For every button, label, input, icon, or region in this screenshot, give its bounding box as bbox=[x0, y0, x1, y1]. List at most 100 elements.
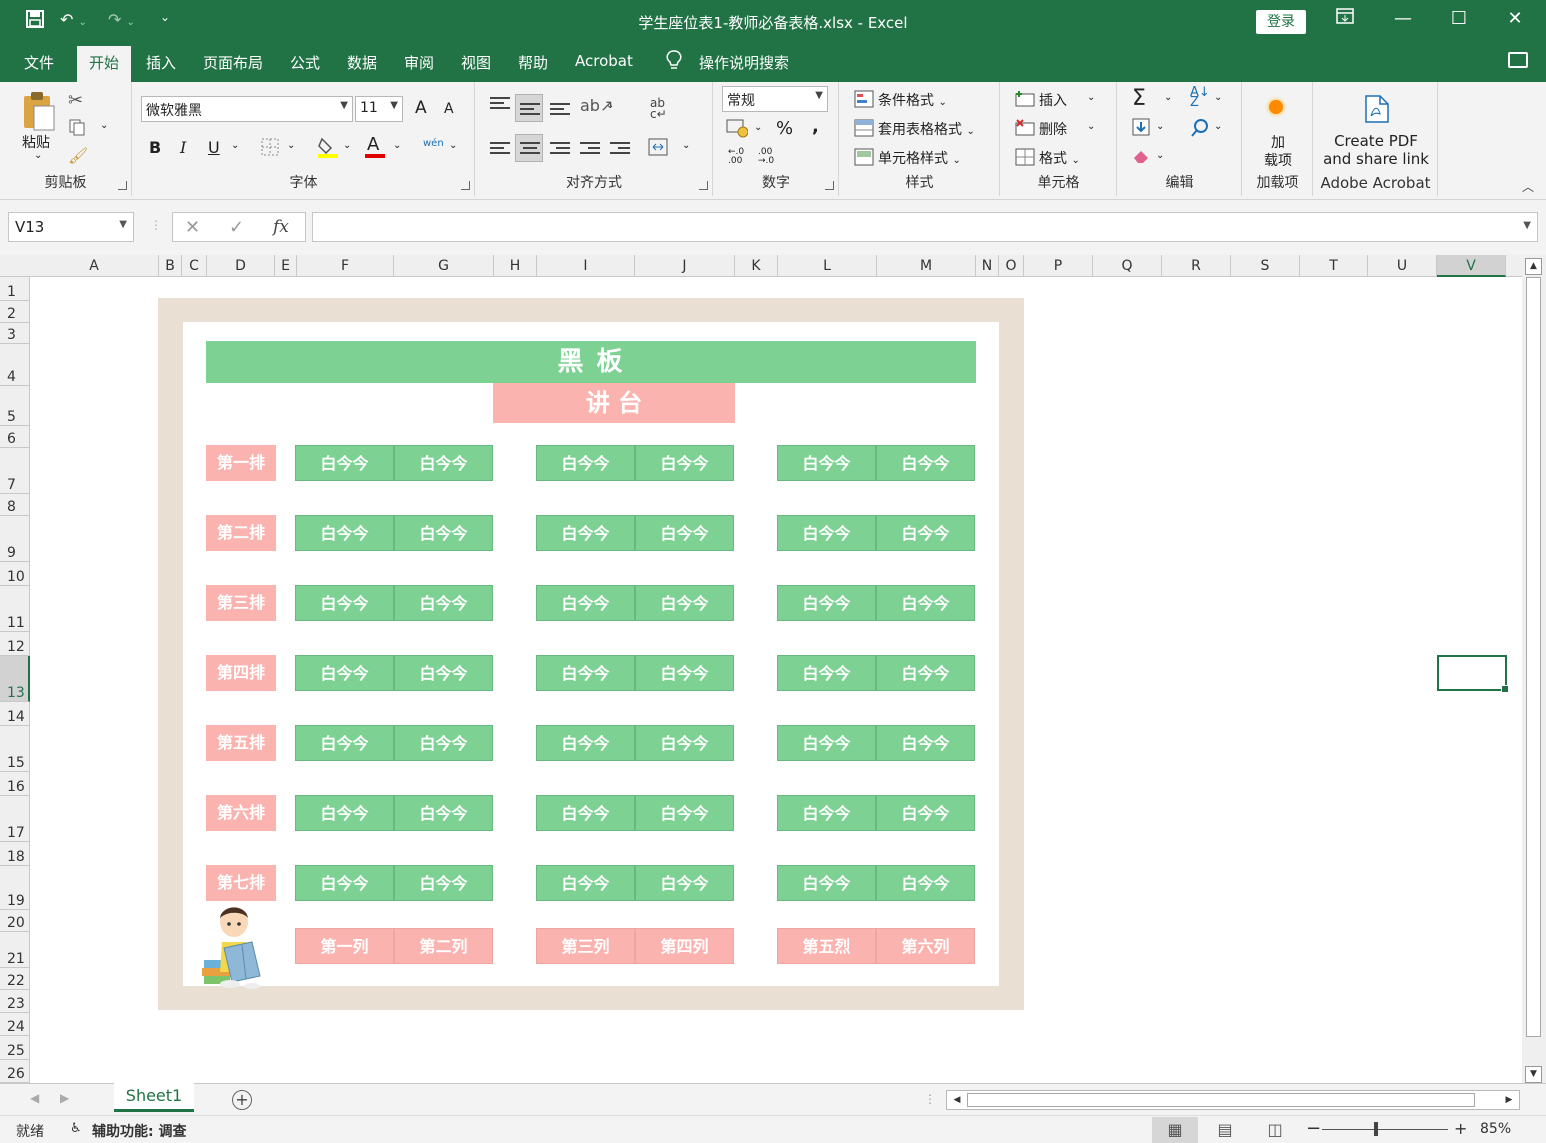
decrease-decimal-icon[interactable]: .00 →.0 bbox=[758, 148, 774, 166]
normal-view-icon[interactable]: ▦ bbox=[1152, 1117, 1198, 1143]
student-reading-illustration[interactable] bbox=[200, 902, 272, 990]
formula-bar-grip-icon[interactable]: ⋮ bbox=[150, 218, 162, 232]
font-launcher-icon[interactable] bbox=[461, 181, 470, 190]
zoom-in-button[interactable]: + bbox=[1454, 1119, 1467, 1138]
column-header-f[interactable]: F bbox=[297, 255, 394, 277]
row-label[interactable]: 第六排 bbox=[206, 795, 276, 831]
tab-acrobat[interactable]: Acrobat bbox=[575, 52, 633, 70]
seat-cell[interactable]: 白今今 bbox=[394, 655, 493, 691]
seat-cell[interactable]: 白今今 bbox=[777, 865, 876, 901]
seat-cell[interactable]: 白今今 bbox=[876, 795, 975, 831]
fill-dropdown-icon[interactable]: ⌄ bbox=[1156, 121, 1164, 132]
accounting-dropdown-icon[interactable]: ⌄ bbox=[754, 122, 762, 133]
seat-cell[interactable]: 白今今 bbox=[295, 445, 394, 481]
enter-icon[interactable]: ✓ bbox=[229, 217, 244, 238]
next-sheet-icon[interactable]: ▶ bbox=[60, 1091, 69, 1105]
seat-cell[interactable]: 白今今 bbox=[635, 655, 734, 691]
phonetic-dropdown-icon[interactable]: ⌄ bbox=[449, 140, 457, 151]
fill-color-icon[interactable] bbox=[317, 136, 339, 162]
row-header-5[interactable]: 5 bbox=[0, 386, 30, 426]
column-label[interactable]: 第五烈 bbox=[777, 928, 876, 964]
column-header-k[interactable]: K bbox=[735, 255, 778, 277]
seat-cell[interactable]: 白今今 bbox=[777, 445, 876, 481]
row-header-8[interactable]: 8 bbox=[0, 494, 30, 516]
seat-cell[interactable]: 白今今 bbox=[536, 795, 635, 831]
column-label[interactable]: 第一列 bbox=[295, 928, 394, 964]
close-icon[interactable]: ✕ bbox=[1500, 8, 1530, 29]
column-label[interactable]: 第四列 bbox=[635, 928, 734, 964]
seat-cell[interactable]: 白今今 bbox=[295, 795, 394, 831]
row-header-10[interactable]: 10 bbox=[0, 562, 30, 586]
tab-page-layout[interactable]: 页面布局 bbox=[203, 52, 263, 73]
seat-cell[interactable]: 白今今 bbox=[394, 445, 493, 481]
selected-cell[interactable] bbox=[1437, 655, 1509, 693]
addins-button-line1[interactable]: 加 bbox=[1243, 132, 1313, 152]
seat-cell[interactable]: 白今今 bbox=[635, 585, 734, 621]
borders-icon[interactable] bbox=[261, 138, 279, 160]
scroll-down-icon[interactable]: ▼ bbox=[1525, 1066, 1542, 1083]
format-painter-icon[interactable]: 🖌 bbox=[68, 146, 88, 165]
column-header-m[interactable]: M bbox=[877, 255, 976, 277]
seat-cell[interactable]: 白今今 bbox=[777, 585, 876, 621]
prev-sheet-icon[interactable]: ◀ bbox=[30, 1091, 39, 1105]
row-label[interactable]: 第三排 bbox=[206, 585, 276, 621]
column-label[interactable]: 第六列 bbox=[876, 928, 975, 964]
scroll-right-icon[interactable]: ▶ bbox=[1501, 1092, 1517, 1108]
clipboard-launcher-icon[interactable] bbox=[118, 181, 127, 190]
addins-icon[interactable] bbox=[1269, 100, 1283, 114]
row-label[interactable]: 第五排 bbox=[206, 725, 276, 761]
column-header-o[interactable]: O bbox=[999, 255, 1024, 277]
underline-dropdown-icon[interactable]: ⌄ bbox=[231, 140, 239, 151]
font-name-dropdown[interactable]: 微软雅黑 ▼ bbox=[141, 96, 353, 122]
font-color-dropdown-icon[interactable]: ⌄ bbox=[393, 140, 401, 151]
row-header-25[interactable]: 25 bbox=[0, 1036, 30, 1060]
seat-cell[interactable]: 白今今 bbox=[394, 725, 493, 761]
comments-icon[interactable] bbox=[1508, 52, 1528, 68]
borders-dropdown-icon[interactable]: ⌄ bbox=[287, 140, 295, 151]
row-label[interactable]: 第七排 bbox=[206, 865, 276, 901]
number-launcher-icon[interactable] bbox=[825, 181, 834, 190]
seat-cell[interactable]: 白今今 bbox=[777, 515, 876, 551]
minimize-icon[interactable]: — bbox=[1388, 8, 1418, 29]
alignment-launcher-icon[interactable] bbox=[699, 181, 708, 190]
row-header-4[interactable]: 4 bbox=[0, 344, 30, 386]
column-header-b[interactable]: B bbox=[159, 255, 182, 277]
delete-dropdown-icon[interactable]: ⌄ bbox=[1087, 121, 1095, 132]
podium[interactable]: 讲 台 bbox=[493, 383, 735, 423]
shrink-font-button[interactable]: A bbox=[444, 101, 454, 117]
clear-icon[interactable] bbox=[1132, 148, 1150, 168]
seat-cell[interactable]: 白今今 bbox=[536, 515, 635, 551]
accounting-format-icon[interactable] bbox=[726, 118, 749, 142]
tab-review[interactable]: 审阅 bbox=[404, 52, 434, 73]
decrease-indent-icon[interactable] bbox=[580, 139, 600, 157]
login-button[interactable]: 登录 bbox=[1256, 10, 1306, 34]
seat-cell[interactable]: 白今今 bbox=[536, 445, 635, 481]
column-header-r[interactable]: R bbox=[1162, 255, 1231, 277]
increase-decimal-icon[interactable]: ←.0.00 bbox=[728, 148, 744, 166]
copy-dropdown-icon[interactable]: ⌄ bbox=[100, 120, 108, 131]
seat-cell[interactable]: 白今今 bbox=[777, 655, 876, 691]
row-header-13[interactable]: 13 bbox=[0, 656, 30, 702]
italic-button[interactable]: I bbox=[180, 138, 186, 157]
seat-cell[interactable]: 白今今 bbox=[536, 655, 635, 691]
row-header-26[interactable]: 26 bbox=[0, 1060, 30, 1083]
seat-cell[interactable]: 白今今 bbox=[635, 515, 734, 551]
create-pdf-line1[interactable]: Create PDF bbox=[1314, 132, 1438, 150]
collapse-ribbon-icon[interactable]: ︿ bbox=[1522, 178, 1534, 195]
conditional-format-icon[interactable] bbox=[854, 90, 874, 112]
comma-button[interactable]: , bbox=[812, 116, 819, 137]
scroll-left-icon[interactable]: ◀ bbox=[949, 1092, 965, 1108]
tell-me-search[interactable]: 操作说明搜索 bbox=[699, 52, 789, 73]
row-header-12[interactable]: 12 bbox=[0, 632, 30, 656]
ribbon-display-options-icon[interactable] bbox=[1330, 8, 1360, 29]
name-box[interactable]: V13 ▼ bbox=[8, 212, 134, 242]
row-header-22[interactable]: 22 bbox=[0, 968, 30, 990]
tab-formulas[interactable]: 公式 bbox=[290, 52, 320, 73]
row-header-19[interactable]: 19 bbox=[0, 866, 30, 910]
insert-function-button[interactable]: fx bbox=[273, 217, 289, 237]
seat-cell[interactable]: 白今今 bbox=[876, 725, 975, 761]
expand-formula-icon[interactable]: ▼ bbox=[1523, 220, 1531, 231]
tab-help[interactable]: 帮助 bbox=[518, 52, 548, 73]
row-label[interactable]: 第一排 bbox=[206, 445, 276, 481]
column-header-l[interactable]: L bbox=[778, 255, 877, 277]
